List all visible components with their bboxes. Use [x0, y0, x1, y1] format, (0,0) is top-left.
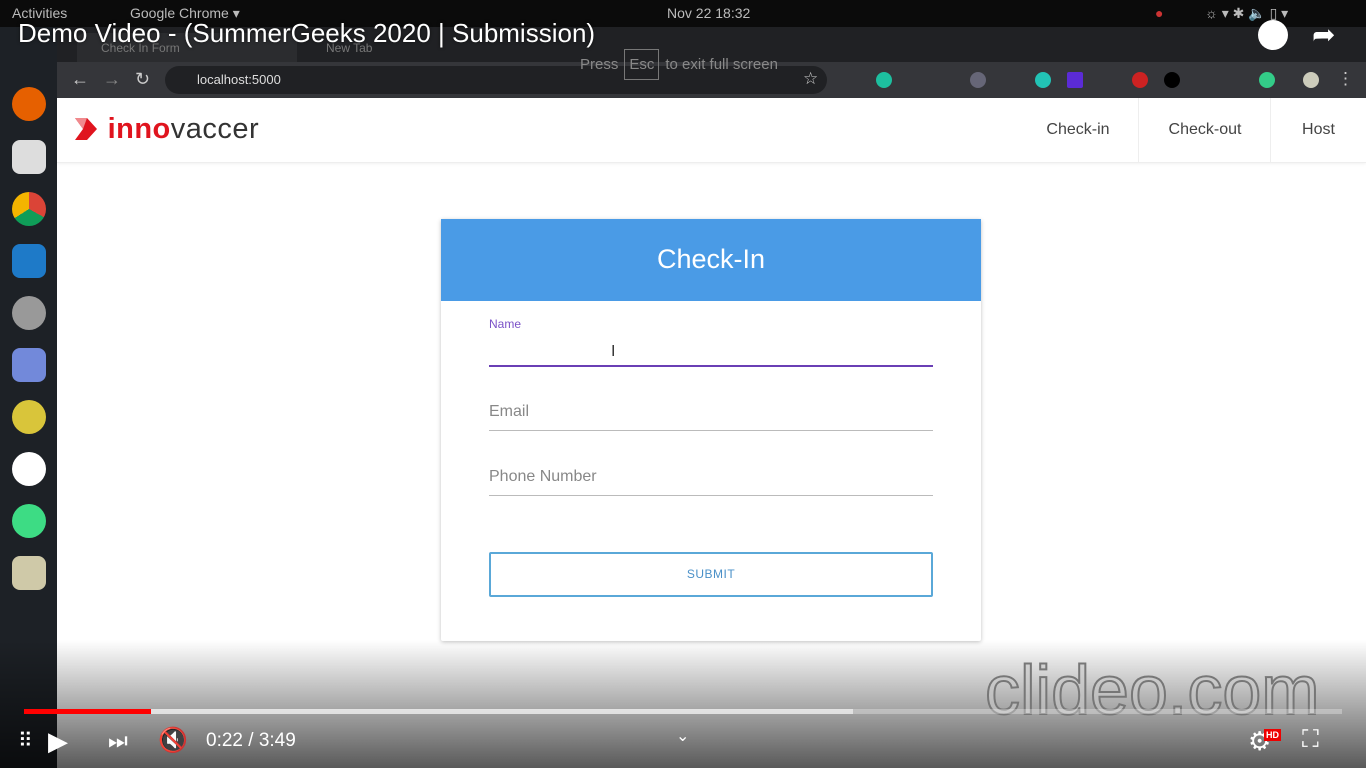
name-field[interactable]: Name I	[489, 317, 933, 367]
firefox-icon[interactable]	[12, 87, 46, 121]
share-icon[interactable]: ➦	[1312, 18, 1335, 51]
phone-field[interactable]: Phone Number	[489, 468, 933, 496]
play-icon[interactable]: ▶	[48, 726, 68, 757]
submit-button[interactable]: SUBMIT	[489, 552, 933, 597]
avatar[interactable]	[1303, 72, 1319, 88]
logo-text-1: inno	[107, 113, 171, 145]
logo-text-2: vaccer	[170, 113, 260, 145]
name-underline	[489, 365, 933, 367]
card-title: Check-In	[441, 219, 981, 301]
navbar: innovaccer Check-in Check-out Host	[57, 98, 1366, 163]
record-icon: ●	[1155, 5, 1164, 21]
email-label: Email	[489, 403, 530, 420]
bookmark-star-icon[interactable]: ☆	[803, 69, 818, 89]
extension-icon[interactable]	[1164, 72, 1180, 88]
video-title[interactable]: Demo Video - (SummerGeeks 2020 | Submiss…	[18, 18, 595, 49]
notes-icon[interactable]	[12, 556, 46, 590]
extension-icon[interactable]	[1035, 72, 1051, 88]
played-bar	[24, 709, 151, 714]
reload-icon[interactable]: ↻	[135, 69, 150, 90]
forward-icon[interactable]: →	[103, 69, 121, 90]
phone-label: Phone Number	[489, 468, 597, 485]
fs-press: Press	[580, 56, 619, 73]
slack-icon[interactable]	[12, 452, 46, 486]
next-icon[interactable]: ⏭	[108, 728, 128, 754]
vscode-icon[interactable]	[12, 244, 46, 278]
email-underline	[489, 430, 933, 431]
progress-bar[interactable]	[24, 709, 1342, 714]
email-field[interactable]: Email	[489, 403, 933, 431]
menu-icon[interactable]: ⋮	[1337, 69, 1354, 89]
fullscreen-message: Press Esc to exit full screen	[580, 49, 778, 80]
logo[interactable]: innovaccer	[73, 113, 259, 146]
extension-icon[interactable]	[1067, 72, 1083, 88]
watch-later-icon[interactable]	[1258, 20, 1288, 50]
text-cursor-icon: I	[611, 343, 616, 360]
url-text: localhost:5000	[197, 72, 281, 87]
nav-check-in[interactable]: Check-in	[1029, 98, 1127, 163]
exit-fullscreen-icon[interactable]: ⛶	[1302, 726, 1319, 754]
nav-check-out[interactable]: Check-out	[1139, 98, 1271, 163]
chrome-icon[interactable]	[12, 192, 46, 226]
extension-icon[interactable]	[1132, 72, 1148, 88]
extension-icon[interactable]	[970, 72, 986, 88]
files-icon[interactable]	[12, 140, 46, 174]
check-in-card: Check-In Name I Email Phone Number SUBMI…	[441, 219, 981, 641]
time-display: 0:22 / 3:49	[206, 730, 296, 751]
extension-icon[interactable]	[1259, 72, 1275, 88]
settings-icon[interactable]	[12, 296, 46, 330]
clock[interactable]: Nov 22 18:32	[667, 5, 750, 21]
phone-underline	[489, 495, 933, 496]
fs-esc: Esc	[624, 49, 660, 80]
grid-icon[interactable]: ⠿	[18, 728, 33, 753]
chevron-down-icon[interactable]: ⌄	[676, 726, 689, 746]
name-label: Name	[489, 317, 522, 331]
mute-icon[interactable]: 🔇	[158, 726, 188, 755]
nav-host[interactable]: Host	[1271, 98, 1366, 163]
back-icon[interactable]: ←	[71, 69, 89, 90]
postman-icon[interactable]	[12, 400, 46, 434]
fs-rest: to exit full screen	[665, 56, 778, 73]
android-studio-icon[interactable]	[12, 504, 46, 538]
logo-icon	[75, 118, 97, 140]
hd-badge: HD	[1264, 729, 1281, 741]
grammarly-icon[interactable]	[876, 72, 892, 88]
discord-icon[interactable]	[12, 348, 46, 382]
watermark: clideo.com	[984, 650, 1321, 730]
